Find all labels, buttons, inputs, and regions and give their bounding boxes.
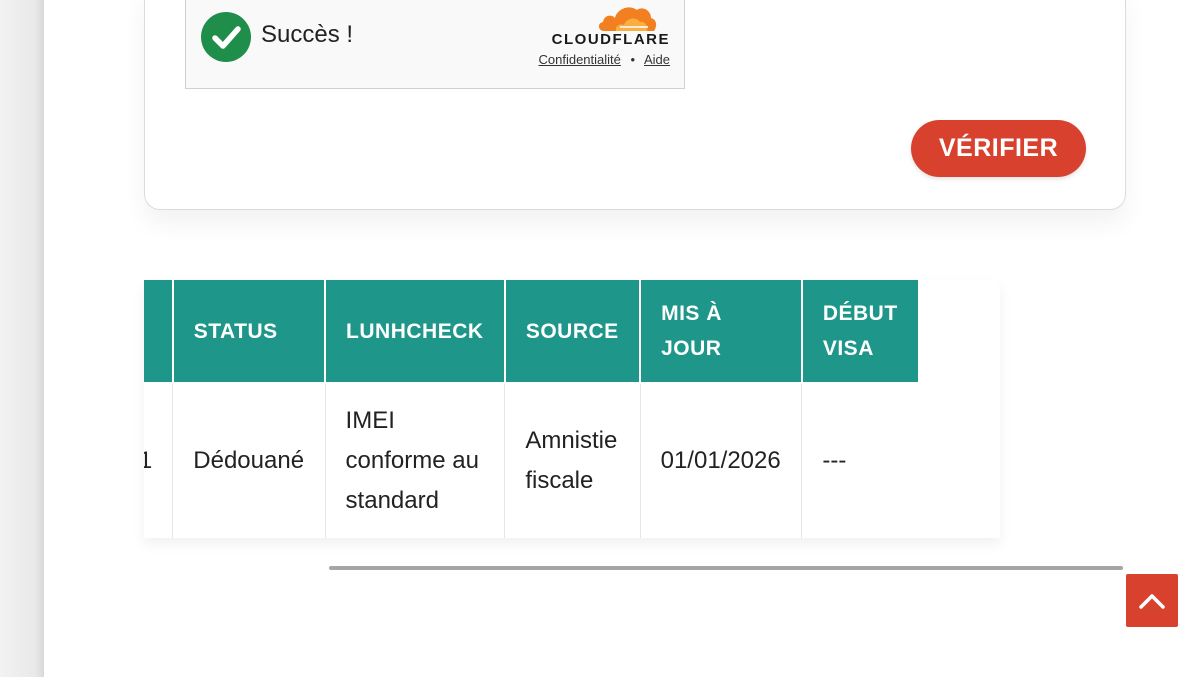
column-header-visa-start: DÉBUT VISA <box>801 280 918 384</box>
scroll-to-top-button[interactable] <box>1126 574 1178 627</box>
cell-updated: 01/01/2026 <box>640 383 803 538</box>
result-table-container[interactable]: STATUS LUNHCHECK SOURCE MIS À JOUR DÉBUT… <box>144 280 1000 538</box>
captcha-status-text: Succès ! <box>261 21 354 48</box>
cell-imei: 06591 <box>144 383 174 538</box>
cell-status: Dédouané <box>172 383 326 538</box>
cloudflare-logo: CLOUDFLARE <box>540 3 670 48</box>
table-row: 06591 Dédouané IMEI conforme au standard… <box>144 383 918 538</box>
column-header-status: STATUS <box>172 280 327 384</box>
cloudflare-captcha-widget[interactable]: Succès ! CLOUDFLARE Confidentialité • Ai… <box>185 0 685 89</box>
cloudflare-wordmark: CLOUDFLARE <box>551 31 670 48</box>
cell-source: Amnistie fiscale <box>504 383 641 538</box>
column-header-source: SOURCE <box>504 280 642 384</box>
cloudflare-cloud-icon <box>598 7 657 31</box>
privacy-link[interactable]: Confidentialité <box>538 52 620 67</box>
cell-visa-start: --- <box>801 383 918 538</box>
result-table: STATUS LUNHCHECK SOURCE MIS À JOUR DÉBUT… <box>144 280 918 538</box>
page-left-edge <box>0 0 44 677</box>
check-icon <box>201 12 251 62</box>
help-link[interactable]: Aide <box>644 52 670 67</box>
verify-button[interactable]: VÉRIFIER <box>911 120 1086 177</box>
chevron-up-icon <box>1139 593 1165 609</box>
column-header-updated: MIS À JOUR <box>640 280 803 384</box>
table-horizontal-scrollbar[interactable] <box>329 566 1123 570</box>
captcha-footer-links: Confidentialité • Aide <box>538 52 670 67</box>
link-separator: • <box>630 52 636 67</box>
cell-lunhcheck: IMEI conforme au standard <box>325 383 506 538</box>
table-header-row: STATUS LUNHCHECK SOURCE MIS À JOUR DÉBUT… <box>144 280 918 384</box>
column-header-imei <box>144 280 174 384</box>
column-header-lunhcheck: LUNHCHECK <box>325 280 506 384</box>
